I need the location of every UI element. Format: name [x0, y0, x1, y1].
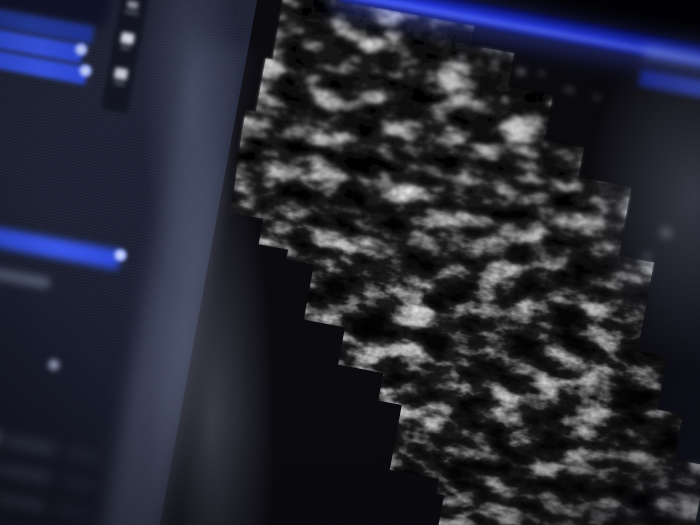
photo-grain-overlay	[0, 0, 700, 525]
photo-stage	[0, 0, 700, 525]
